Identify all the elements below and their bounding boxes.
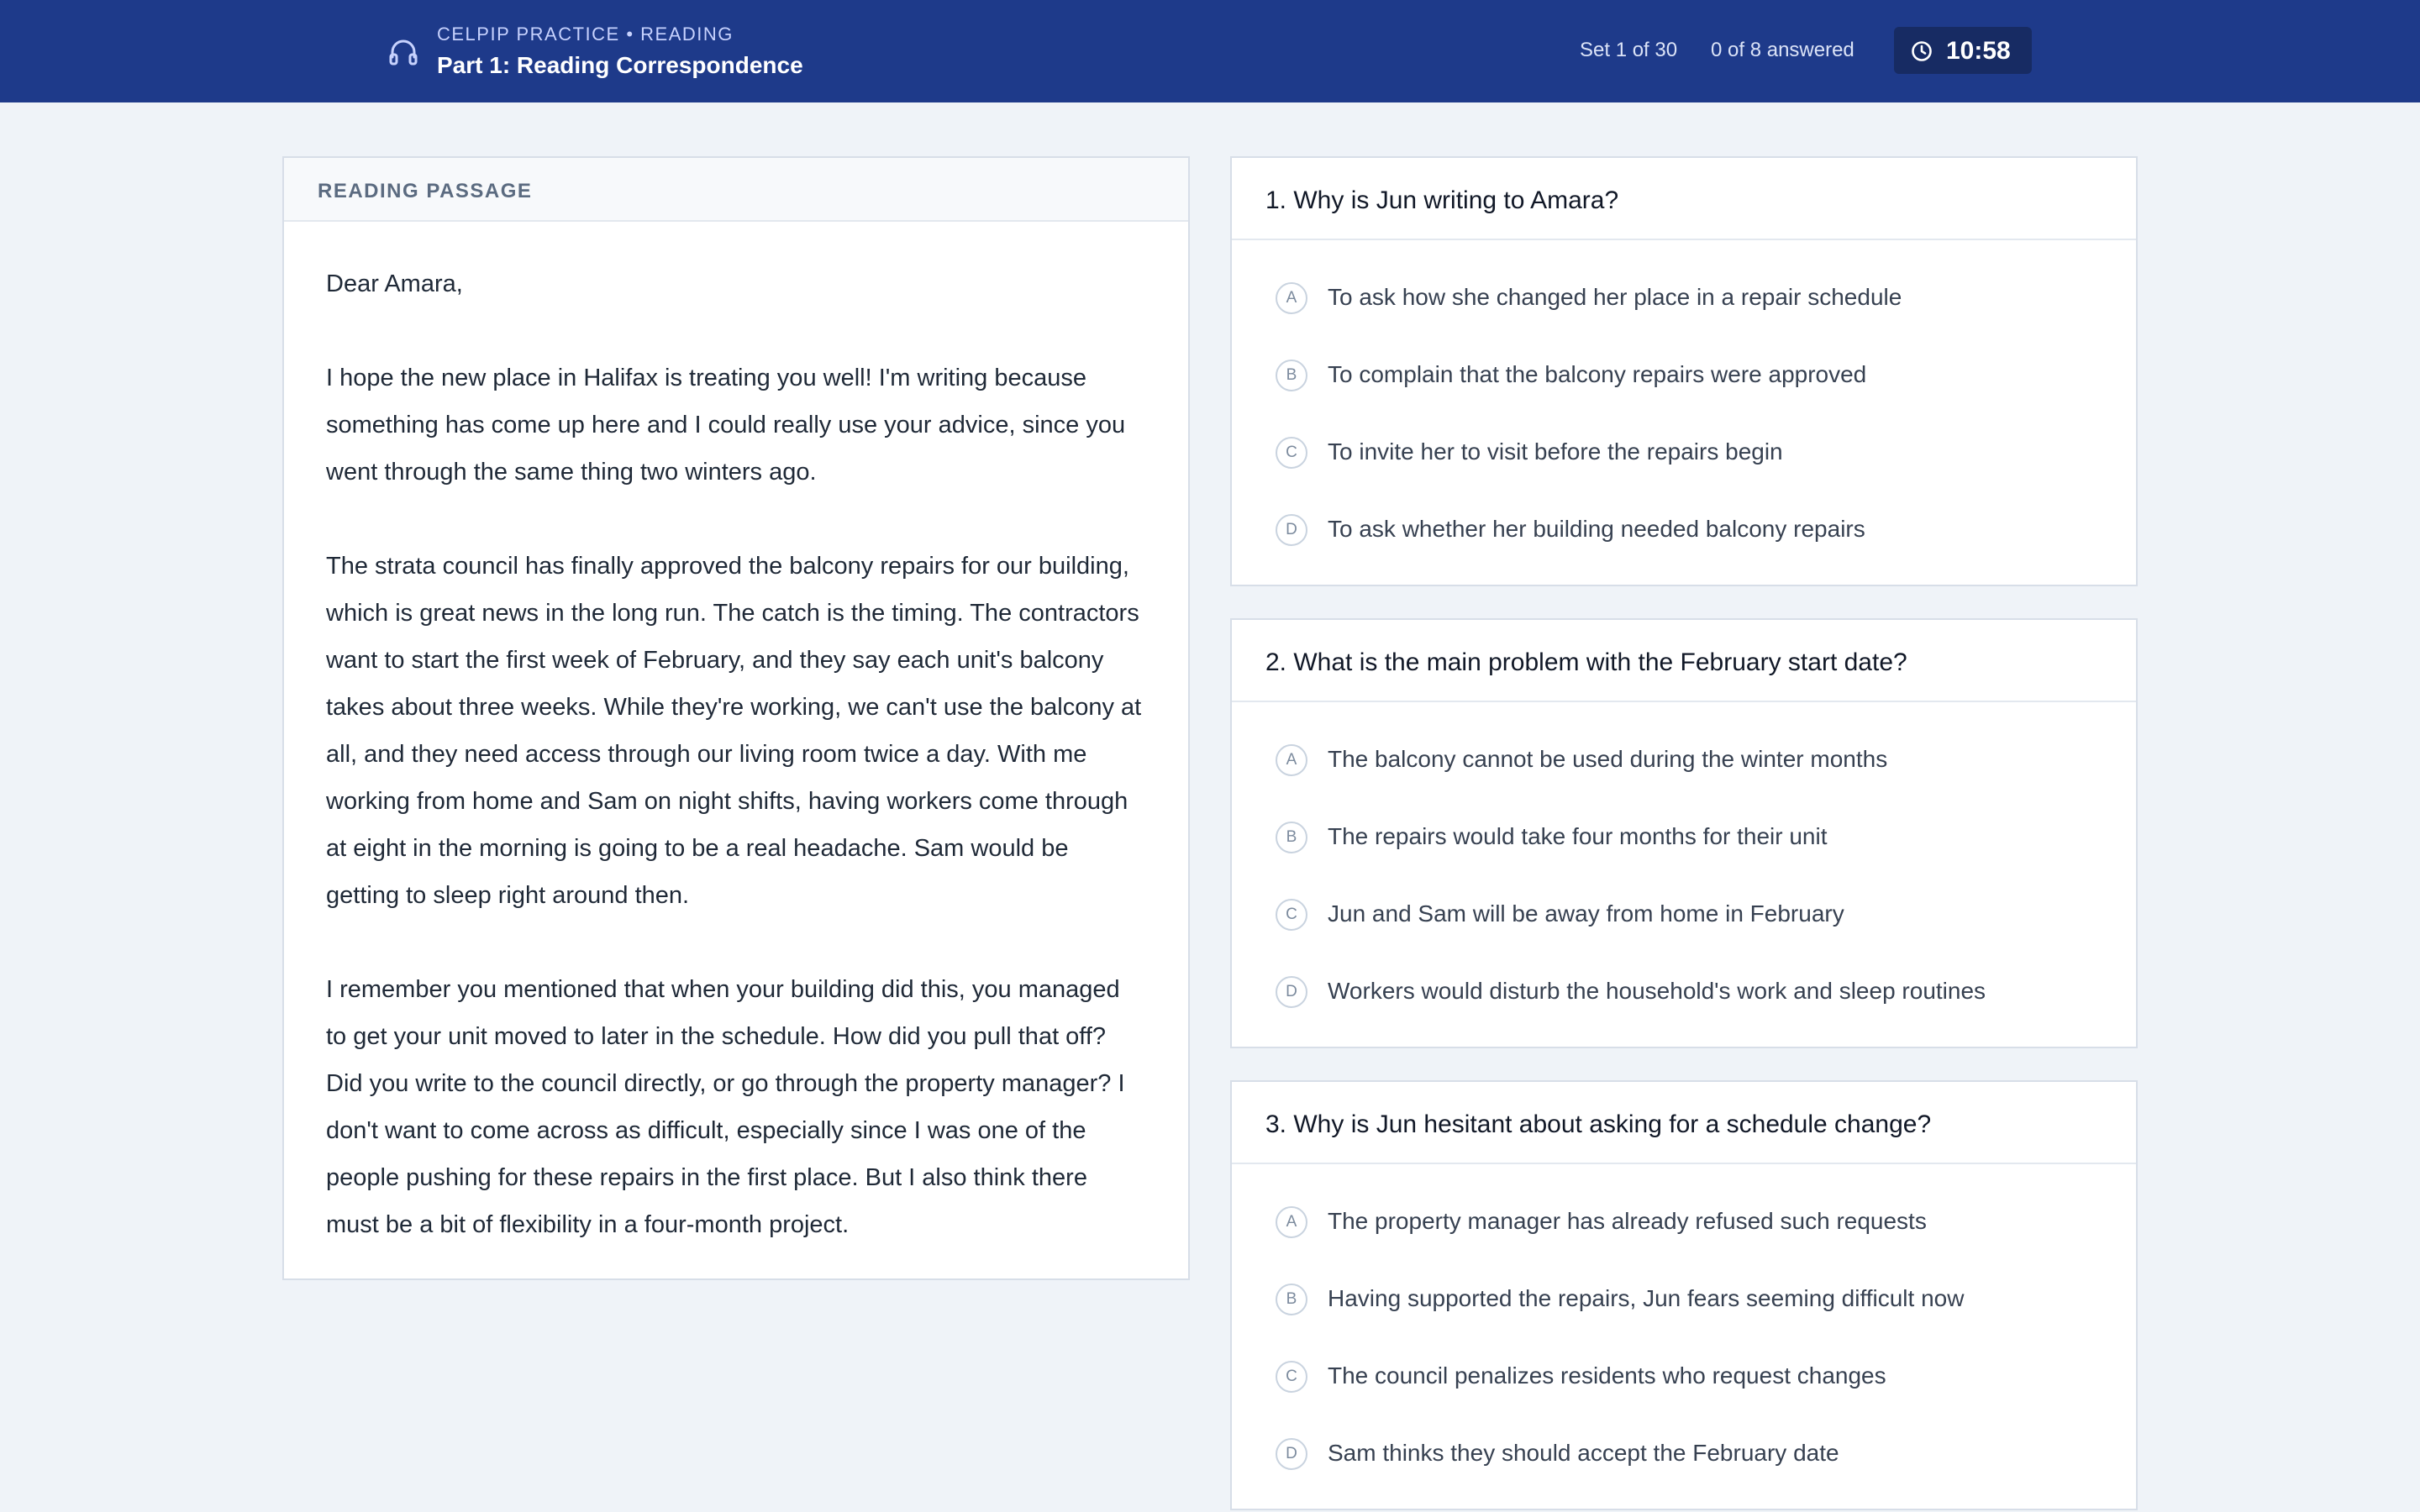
option-radio[interactable]: A bbox=[1276, 744, 1307, 776]
option-text[interactable]: To invite her to visit before the repair… bbox=[1328, 438, 1783, 465]
option-list: A To ask how she changed her place in a … bbox=[1232, 240, 2136, 568]
top-bar: CELPIP PRACTICE • READING Part 1: Readin… bbox=[0, 0, 2420, 102]
option-1a[interactable]: A To ask how she changed her place in a … bbox=[1232, 259, 2136, 336]
question-header: 2. What is the main problem with the Feb… bbox=[1232, 620, 2136, 702]
option-radio[interactable]: D bbox=[1276, 976, 1307, 1008]
passage-paragraph: The strata council has finally approved … bbox=[326, 553, 1142, 909]
question-title: 1. Why is Jun writing to Amara? bbox=[1265, 186, 1619, 214]
option-3c[interactable]: C The council penalizes residents who re… bbox=[1232, 1337, 2136, 1415]
passage-paragraph: I remember you mentioned that when your … bbox=[326, 976, 1125, 1238]
option-3a[interactable]: A The property manager has already refus… bbox=[1232, 1183, 2136, 1260]
option-text[interactable]: The property manager has already refused… bbox=[1328, 1208, 1927, 1235]
option-text[interactable]: To ask whether her building needed balco… bbox=[1328, 516, 1865, 543]
option-2c[interactable]: C Jun and Sam will be away from home in … bbox=[1232, 875, 2136, 953]
clock-icon bbox=[1912, 41, 1932, 61]
question-title: 3. Why is Jun hesitant about asking for … bbox=[1265, 1110, 1932, 1138]
passage-body: Dear Amara, I hope the new place in Hali… bbox=[284, 222, 1188, 1248]
option-text[interactable]: Sam thinks they should accept the Februa… bbox=[1328, 1440, 1839, 1467]
option-list: A The property manager has already refus… bbox=[1232, 1164, 2136, 1492]
option-radio[interactable]: C bbox=[1276, 899, 1307, 931]
option-radio[interactable]: B bbox=[1276, 360, 1307, 391]
option-radio[interactable]: A bbox=[1276, 282, 1307, 314]
reading-passage-panel[interactable]: READING PASSAGE Dear Amara, I hope the n… bbox=[282, 156, 1190, 1280]
option-radio[interactable]: B bbox=[1276, 822, 1307, 853]
option-text[interactable]: Jun and Sam will be away from home in Fe… bbox=[1328, 900, 1844, 927]
option-radio[interactable]: D bbox=[1276, 514, 1307, 546]
option-radio[interactable]: C bbox=[1276, 1361, 1307, 1393]
passage-header: READING PASSAGE bbox=[284, 158, 1188, 222]
option-3d[interactable]: D Sam thinks they should accept the Febr… bbox=[1232, 1415, 2136, 1492]
option-1c[interactable]: C To invite her to visit before the repa… bbox=[1232, 413, 2136, 491]
question-header: 3. Why is Jun hesitant about asking for … bbox=[1232, 1082, 2136, 1164]
option-2a[interactable]: A The balcony cannot be used during the … bbox=[1232, 721, 2136, 798]
option-2b[interactable]: B The repairs would take four months for… bbox=[1232, 798, 2136, 875]
option-text[interactable]: To ask how she changed her place in a re… bbox=[1328, 284, 1902, 311]
question-card-2: 2. What is the main problem with the Feb… bbox=[1230, 618, 2138, 1048]
option-text[interactable]: The council penalizes residents who requ… bbox=[1328, 1362, 1886, 1389]
option-radio[interactable]: C bbox=[1276, 437, 1307, 469]
option-list: A The balcony cannot be used during the … bbox=[1232, 702, 2136, 1030]
headphones-icon bbox=[389, 39, 418, 66]
timer-value: 10:58 bbox=[1946, 37, 2011, 65]
question-card-3: 3. Why is Jun hesitant about asking for … bbox=[1230, 1080, 2138, 1510]
question-header: 1. Why is Jun writing to Amara? bbox=[1232, 158, 2136, 240]
question-card-1: 1. Why is Jun writing to Amara? A To ask… bbox=[1230, 156, 2138, 586]
passage-label: READING PASSAGE bbox=[318, 180, 533, 202]
option-radio[interactable]: D bbox=[1276, 1438, 1307, 1470]
option-2d[interactable]: D Workers would disturb the household's … bbox=[1232, 953, 2136, 1030]
set-indicator: Set 1 of 30 bbox=[1580, 39, 1678, 61]
option-1b[interactable]: B To complain that the balcony repairs w… bbox=[1232, 336, 2136, 413]
option-radio[interactable]: B bbox=[1276, 1284, 1307, 1315]
question-title: 2. What is the main problem with the Feb… bbox=[1265, 648, 1907, 676]
option-text[interactable]: The balcony cannot be used during the wi… bbox=[1328, 746, 1887, 773]
passage-paragraph: Dear Amara, bbox=[326, 270, 463, 297]
section-subtitle: CELPIP PRACTICE • READING bbox=[437, 24, 734, 45]
option-text[interactable]: To complain that the balcony repairs wer… bbox=[1328, 361, 1866, 388]
option-3b[interactable]: B Having supported the repairs, Jun fear… bbox=[1232, 1260, 2136, 1337]
option-text[interactable]: Having supported the repairs, Jun fears … bbox=[1328, 1285, 1964, 1312]
option-radio[interactable]: A bbox=[1276, 1206, 1307, 1238]
passage-paragraph: I hope the new place in Halifax is treat… bbox=[326, 365, 1126, 486]
page-title: Part 1: Reading Correspondence bbox=[437, 52, 803, 78]
option-text[interactable]: The repairs would take four months for t… bbox=[1328, 823, 1828, 850]
option-text[interactable]: Workers would disturb the household's wo… bbox=[1328, 978, 1986, 1005]
answered-counter: 0 of 8 answered bbox=[1711, 39, 1854, 61]
option-1d[interactable]: D To ask whether her building needed bal… bbox=[1232, 491, 2136, 568]
countdown-timer: 10:58 bbox=[1894, 27, 2032, 74]
